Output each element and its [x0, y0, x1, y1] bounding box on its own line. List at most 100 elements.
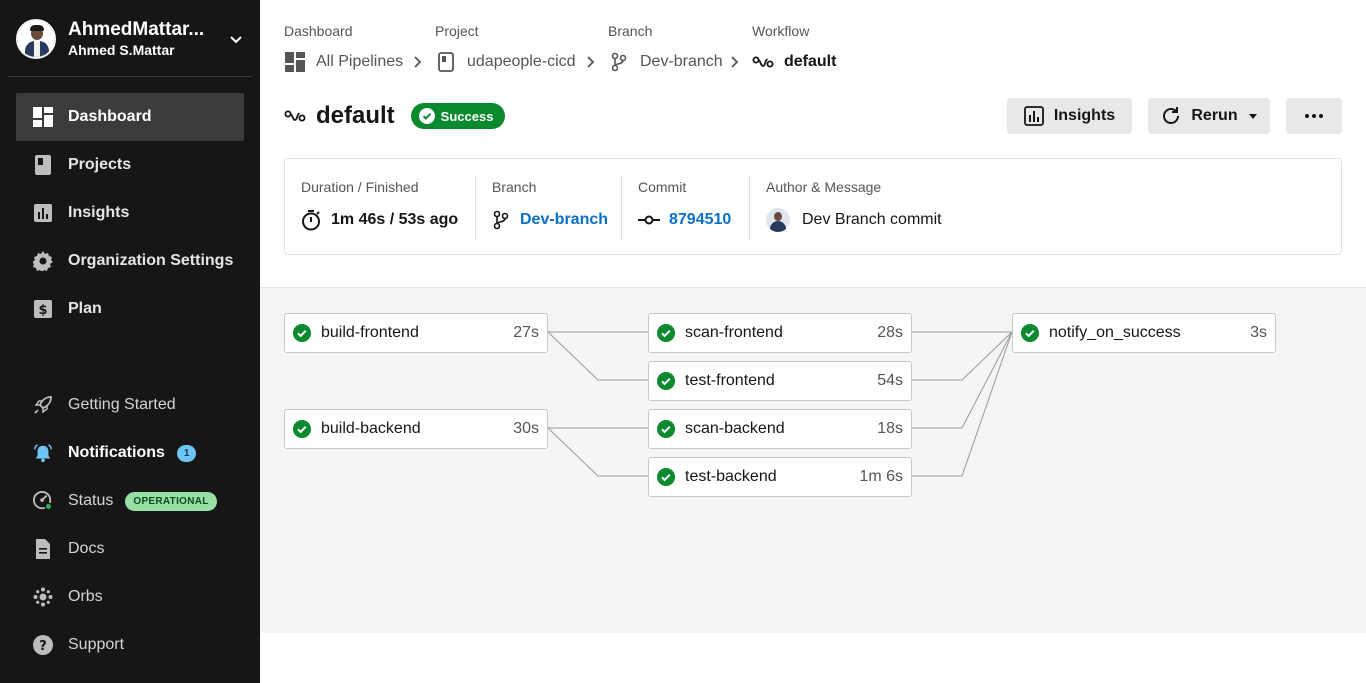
status-badge: Success — [410, 103, 506, 129]
job-test-frontend[interactable]: test-frontend 54s — [648, 361, 912, 401]
sidebar: AhmedMattar... Ahmed S.Mattar Dashboard … — [0, 0, 260, 683]
sidebar-item-label: Dashboard — [68, 108, 152, 125]
sidebar-item-plan[interactable]: $ Plan — [16, 285, 244, 333]
branch-icon — [608, 51, 630, 73]
insights-button[interactable]: Insights — [1007, 98, 1132, 134]
check-circle-icon — [293, 324, 311, 342]
info-divider — [621, 176, 622, 240]
help-icon: ? — [33, 635, 53, 655]
sidebar-item-projects[interactable]: Projects — [16, 141, 244, 189]
sidebar-item-status[interactable]: Status OPERATIONAL — [16, 477, 244, 525]
job-duration: 18s — [877, 420, 903, 437]
caret-down-icon — [1248, 114, 1257, 119]
projects-icon — [33, 155, 53, 175]
job-notify-on-success[interactable]: notify_on_success 3s — [1012, 313, 1276, 353]
check-circle-icon — [418, 108, 435, 124]
workflow-header: default Success — [284, 100, 506, 132]
stopwatch-icon — [302, 210, 320, 231]
job-name: build-frontend — [321, 324, 419, 341]
breadcrumb-label: Project — [435, 23, 479, 39]
workflow-icon — [284, 110, 306, 122]
svg-text:$: $ — [38, 303, 47, 318]
sidebar-item-getting-started[interactable]: Getting Started — [16, 381, 244, 429]
connector-line — [912, 331, 1013, 381]
author-value: Dev Branch commit — [766, 208, 942, 232]
commit-link[interactable]: 8794510 — [638, 209, 731, 231]
breadcrumb-workflow[interactable]: default — [752, 51, 836, 73]
check-circle-icon — [657, 324, 675, 342]
sidebar-item-dashboard[interactable]: Dashboard — [16, 93, 244, 141]
breadcrumb-text: Dev-branch — [640, 53, 723, 70]
user-menu[interactable]: AhmedMattar... Ahmed S.Mattar — [16, 17, 252, 61]
user-name: AhmedMattar... — [68, 19, 205, 40]
breadcrumb-text: default — [784, 53, 837, 70]
sidebar-item-docs[interactable]: Docs — [16, 525, 244, 573]
orbs-icon — [33, 587, 53, 607]
refresh-icon — [1163, 107, 1180, 124]
breadcrumb-all-pipelines[interactable]: All Pipelines — [284, 51, 403, 73]
sidebar-item-label: Support — [68, 636, 125, 653]
sidebar-item-organization-settings[interactable]: Organization Settings — [16, 237, 244, 285]
sidebar-item-label: Orbs — [68, 588, 103, 605]
branch-link[interactable]: Dev-branch — [492, 209, 608, 231]
commit-text: 8794510 — [669, 211, 732, 228]
check-circle-icon — [657, 372, 675, 390]
avatar — [16, 19, 56, 59]
breadcrumb-branch[interactable]: Dev-branch — [608, 51, 723, 73]
check-circle-icon — [657, 468, 675, 486]
job-scan-frontend[interactable]: scan-frontend 28s — [648, 313, 912, 353]
status-text: Success — [440, 108, 494, 124]
job-name: test-backend — [685, 468, 777, 485]
breadcrumb-project[interactable]: udapeople-cicd — [435, 51, 576, 73]
rerun-button[interactable]: Rerun — [1148, 98, 1270, 134]
branch-label: Branch — [492, 179, 537, 195]
insights-icon — [33, 203, 53, 223]
sidebar-item-notifications[interactable]: Notifications 1 — [16, 429, 244, 477]
chevron-right-icon — [587, 56, 595, 68]
breadcrumb-label: Branch — [608, 23, 653, 39]
job-test-backend[interactable]: test-backend 1m 6s — [648, 457, 912, 497]
workflow-icon — [752, 51, 774, 73]
sidebar-item-label: Docs — [68, 540, 105, 557]
more-options-button[interactable] — [1286, 98, 1342, 134]
duration-text: 1m 46s / 53s ago — [331, 211, 459, 228]
gear-icon — [33, 251, 53, 271]
bell-icon — [33, 443, 53, 463]
sidebar-item-insights[interactable]: Insights — [16, 189, 244, 237]
job-name: scan-backend — [685, 420, 785, 437]
breadcrumb-text: All Pipelines — [316, 53, 404, 70]
chevron-down-icon[interactable] — [228, 31, 244, 47]
svg-text:?: ? — [39, 639, 47, 654]
job-duration: 28s — [877, 324, 903, 341]
rerun-button-label: Rerun — [1191, 107, 1238, 124]
connector-line — [547, 331, 648, 381]
plan-icon: $ — [33, 299, 53, 319]
insights-button-label: Insights — [1053, 107, 1116, 124]
author-avatar — [766, 208, 790, 232]
check-circle-icon — [657, 420, 675, 438]
pipelines-icon — [284, 51, 306, 73]
job-duration: 3s — [1250, 324, 1267, 341]
workflow-info-card: Duration / Finished 1m 46s / 53s ago Bra… — [284, 158, 1342, 255]
docs-icon — [33, 539, 53, 559]
notification-count-badge: 1 — [176, 444, 197, 462]
connector-line — [912, 331, 1013, 477]
job-scan-backend[interactable]: scan-backend 18s — [648, 409, 912, 449]
user-subtitle: Ahmed S.Mattar — [68, 42, 175, 58]
main-content: Dashboard Project Branch Workflow All Pi… — [260, 0, 1366, 683]
duration-label: Duration / Finished — [301, 179, 419, 195]
breadcrumb-label: Dashboard — [284, 23, 353, 39]
sidebar-item-label: Getting Started — [68, 396, 176, 413]
chevron-right-icon — [731, 56, 739, 68]
job-build-frontend[interactable]: build-frontend 27s — [284, 313, 548, 353]
sidebar-item-orbs[interactable]: Orbs — [16, 573, 244, 621]
status-badge: OPERATIONAL — [125, 491, 217, 511]
sidebar-item-support[interactable]: ? Support — [16, 621, 244, 669]
job-duration: 1m 6s — [859, 468, 903, 485]
status-icon — [33, 491, 53, 511]
sidebar-item-label: Status — [68, 492, 114, 509]
commit-message: Dev Branch commit — [802, 211, 942, 228]
duration-value: 1m 46s / 53s ago — [301, 209, 458, 231]
job-name: scan-frontend — [685, 324, 783, 341]
job-build-backend[interactable]: build-backend 30s — [284, 409, 548, 449]
